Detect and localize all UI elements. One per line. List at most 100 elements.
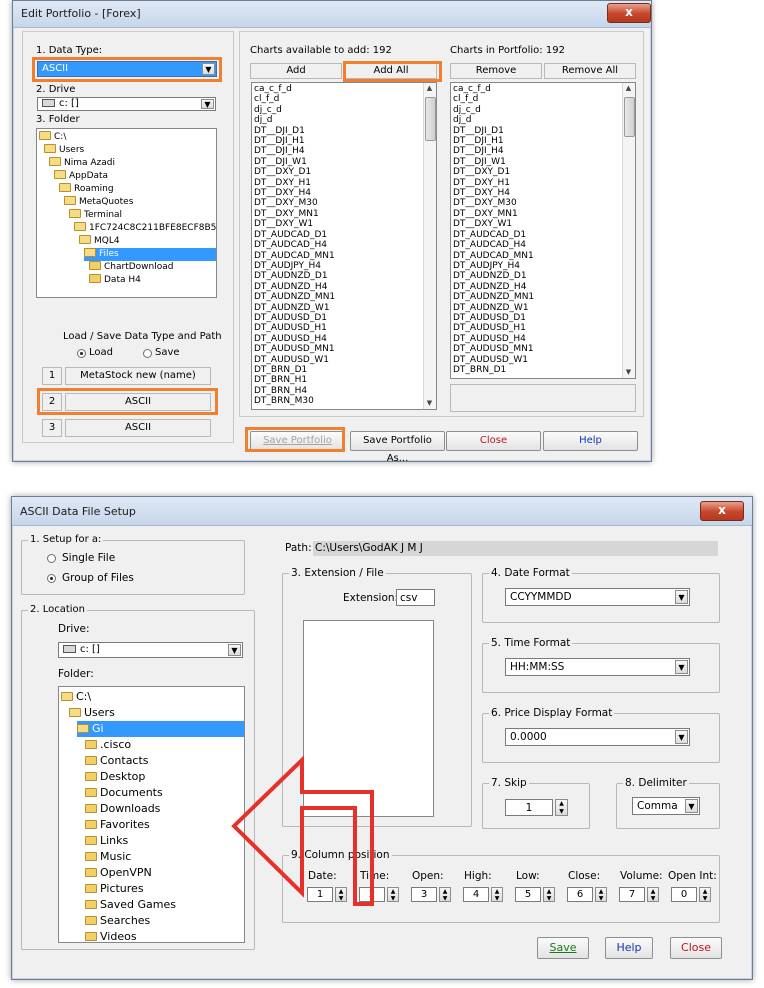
stepper-arrows-icon[interactable]: ▲ ▼ xyxy=(387,887,399,902)
scroll-down-icon[interactable]: ▼ xyxy=(424,398,435,409)
column-value[interactable]: 0 xyxy=(671,887,697,902)
stepper-arrows-icon[interactable]: ▲ ▼ xyxy=(491,887,503,902)
stepper-arrows-icon[interactable]: ▲ ▼ xyxy=(439,887,451,902)
folder-item[interactable]: Nima Azadi xyxy=(49,157,115,170)
save-button[interactable]: Save xyxy=(537,937,589,959)
chart-list-item[interactable]: DT__DXY_H1 xyxy=(453,178,534,188)
chart-list-item[interactable]: DT_BRN_D1 xyxy=(453,365,534,375)
chart-list-item[interactable]: DT_AUDCAD_H4 xyxy=(254,240,335,250)
column-value[interactable]: 2 xyxy=(359,887,385,902)
group-of-files-radio[interactable] xyxy=(47,574,56,583)
stepper-arrows-icon[interactable]: ▲ ▼ xyxy=(543,887,555,902)
chart-list-item[interactable]: DT__DJI_H4 xyxy=(254,146,335,156)
chart-list-item[interactable]: DT__DXY_MN1 xyxy=(453,209,534,219)
column-value[interactable]: 5 xyxy=(515,887,541,902)
chevron-down-icon[interactable]: ▼ xyxy=(228,644,241,656)
portfolio-scrollbar[interactable]: ▲ ▼ xyxy=(622,83,635,378)
portfolio-charts-list[interactable]: ca_c_f_d cl_f_d dj_c_d dj_d DT__DJI_D1 DT__DJ… xyxy=(450,82,636,379)
chart-list-item[interactable]: DT_BRN_H4 xyxy=(254,386,335,396)
folder-tree[interactable]: C:\ Users Nima Azadi AppData Roaming MetaQuot… xyxy=(36,128,217,298)
folder-item[interactable]: Contacts xyxy=(85,753,149,769)
chart-list-item[interactable]: DT__DXY_D1 xyxy=(453,167,534,177)
close-button[interactable]: Close xyxy=(446,431,541,451)
drive-select[interactable]: c: [] ▼ xyxy=(58,642,243,658)
chart-list-item[interactable]: dj_d xyxy=(254,115,335,125)
chart-list-item[interactable]: DT_AUDJPY_H4 xyxy=(453,261,534,271)
save-portfolio-button[interactable]: Save Portfolio xyxy=(250,431,345,451)
preset-2-button[interactable]: ASCII xyxy=(65,393,211,411)
chart-list-item[interactable]: DT_AUDCAD_MN1 xyxy=(254,251,335,261)
preset-1-button[interactable]: MetaStock new (name) xyxy=(65,367,211,385)
folder-item[interactable]: OpenVPN xyxy=(85,865,152,881)
folder-item[interactable]: 1FC724C8C211BFE8ECF8B599A85 xyxy=(74,222,216,235)
preset-3-number[interactable]: 3 xyxy=(42,419,62,437)
chart-list-item[interactable]: DT__DXY_D1 xyxy=(254,167,335,177)
folder-item[interactable]: C:\ xyxy=(61,689,91,705)
window-close-button[interactable]: x xyxy=(700,501,744,521)
skip-stepper[interactable]: ▲ ▼ xyxy=(555,799,568,816)
chevron-down-icon[interactable]: ▼ xyxy=(675,660,688,674)
drive-select[interactable]: c: [] ▼ xyxy=(37,97,216,111)
chart-list-item[interactable]: DT_AUDNZD_W1 xyxy=(453,303,534,313)
stepper-arrows-icon[interactable]: ▲ ▼ xyxy=(595,887,607,902)
chart-list-item[interactable]: DT_AUDNZD_D1 xyxy=(453,271,534,281)
time-format-select[interactable]: HH:MM:SS ▼ xyxy=(505,658,690,676)
chevron-down-icon[interactable]: ▼ xyxy=(685,799,698,813)
column-value[interactable]: 3 xyxy=(411,887,437,902)
folder-item[interactable]: Data H4 xyxy=(89,274,141,287)
column-value[interactable]: 6 xyxy=(567,887,593,902)
folder-item[interactable]: MQL4 xyxy=(79,235,120,248)
add-button[interactable]: Add xyxy=(250,63,342,79)
chart-list-item[interactable]: DT_AUDCAD_D1 xyxy=(254,230,335,240)
chart-list-item[interactable]: DT__DXY_M30 xyxy=(254,198,335,208)
chart-list-item[interactable]: DT__DJI_D1 xyxy=(254,126,335,136)
chart-list-item[interactable]: DT_AUDNZD_W1 xyxy=(254,303,335,313)
chart-list-item[interactable]: DT_AUDNZD_H4 xyxy=(254,282,335,292)
chart-list-item[interactable]: DT_AUDCAD_H4 xyxy=(453,240,534,250)
chevron-down-icon[interactable]: ▼ xyxy=(675,590,688,604)
chart-list-item[interactable]: DT_AUDNZD_MN1 xyxy=(453,292,534,302)
folder-item[interactable]: Terminal xyxy=(69,209,122,222)
folder-item[interactable]: Documents xyxy=(85,785,163,801)
skip-input[interactable]: 1 xyxy=(505,799,553,816)
folder-item[interactable]: MetaQuotes xyxy=(64,196,133,209)
folder-item[interactable]: AppData xyxy=(54,170,108,183)
chart-list-item[interactable]: DT_AUDNZD_MN1 xyxy=(254,292,335,302)
scroll-up-icon[interactable]: ▲ xyxy=(623,83,634,94)
chart-list-item[interactable]: ca_c_f_d xyxy=(453,84,534,94)
available-charts-list[interactable]: ca_c_f_d cl_f_d dj_c_d dj_d DT__DJI_D1 DT__DJ… xyxy=(251,82,437,410)
chart-list-item[interactable]: DT_AUDUSD_D1 xyxy=(453,313,534,323)
folder-item[interactable]: Desktop xyxy=(85,769,145,785)
folder-item[interactable]: Downloads xyxy=(85,801,160,817)
window-close-button[interactable]: x xyxy=(607,3,651,23)
preset-2-number[interactable]: 2 xyxy=(42,393,62,411)
chart-list-item[interactable]: DT_AUDUSD_MN1 xyxy=(254,344,335,354)
chart-list-item[interactable]: DT_AUDNZD_H4 xyxy=(453,282,534,292)
help-button[interactable]: Help xyxy=(543,431,638,451)
chart-list-item[interactable]: DT__DJI_W1 xyxy=(254,157,335,167)
file-list[interactable] xyxy=(303,620,434,817)
chart-list-item[interactable]: DT_AUDUSD_H1 xyxy=(254,323,335,333)
chart-list-item[interactable]: DT__DJI_W1 xyxy=(453,157,534,167)
chart-list-item[interactable]: DT_AUDJPY_H4 xyxy=(254,261,335,271)
chevron-down-icon[interactable]: ▼ xyxy=(202,63,215,75)
folder-item[interactable]: Music xyxy=(85,849,131,865)
folder-item[interactable]: Gi xyxy=(77,721,244,737)
scroll-thumb[interactable] xyxy=(624,97,635,137)
chart-list-item[interactable]: cl_f_d xyxy=(254,94,335,104)
folder-item[interactable]: ChartDownload xyxy=(89,261,173,274)
chart-list-item[interactable]: DT_AUDUSD_W1 xyxy=(254,355,335,365)
chart-list-item[interactable]: dj_c_d xyxy=(254,105,335,115)
chart-list-item[interactable]: DT_BRN_M30 xyxy=(254,396,335,406)
chart-list-item[interactable]: DT_AUDNZD_D1 xyxy=(254,271,335,281)
chart-list-item[interactable]: DT__DJI_D1 xyxy=(453,126,534,136)
chart-list-item[interactable]: DT_AUDUSD_D1 xyxy=(254,313,335,323)
folder-item[interactable]: Files xyxy=(84,248,216,261)
scroll-up-icon[interactable]: ▲ xyxy=(424,83,435,94)
extension-input[interactable]: csv xyxy=(396,589,435,606)
column-value[interactable]: 1 xyxy=(307,887,333,902)
chart-list-item[interactable]: DT__DXY_H1 xyxy=(254,178,335,188)
stepper-arrows-icon[interactable]: ▲ ▼ xyxy=(335,887,347,902)
folder-item[interactable]: Favorites xyxy=(85,817,150,833)
chart-list-item[interactable]: DT_BRN_H1 xyxy=(254,375,335,385)
